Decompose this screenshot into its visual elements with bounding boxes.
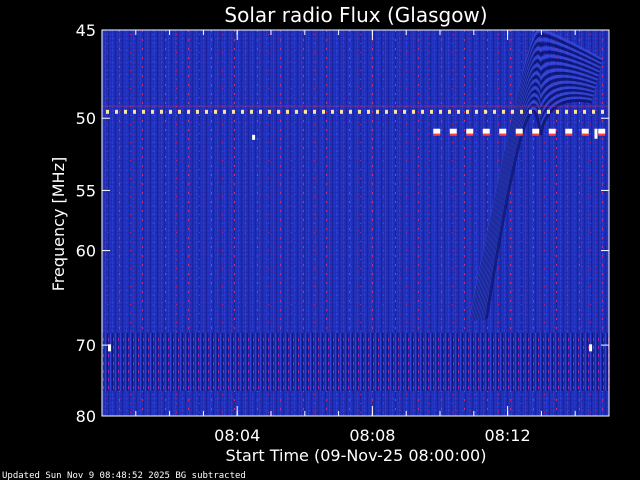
interference-dash-51mhz	[449, 128, 457, 134]
interference-dot-49mhz	[115, 109, 118, 114]
x-axis-label: Start Time (09-Nov-25 08:00:00)	[226, 446, 487, 465]
plot-area	[102, 30, 609, 416]
interference-dot-49mhz	[601, 109, 604, 114]
interference-dot-49mhz	[421, 109, 424, 114]
chart-title: Solar radio Flux (Glasgow)	[224, 3, 487, 27]
interference-dot-49mhz	[232, 109, 235, 114]
y-tick-label: 60	[76, 242, 96, 261]
interference-dot-49mhz	[403, 109, 406, 114]
y-tick-label: 80	[76, 407, 96, 426]
interference-dot-49mhz	[385, 109, 388, 114]
interference-dot-49mhz	[106, 109, 109, 114]
interference-dot-49mhz	[466, 109, 469, 114]
interference-dash-51mhz-red	[433, 133, 441, 136]
interference-dot-49mhz	[151, 109, 154, 114]
interference-dash-51mhz-red	[598, 133, 606, 136]
interference-dot-49mhz	[583, 109, 586, 114]
interference-dot-49mhz	[502, 109, 505, 114]
interference-dash-51mhz	[466, 128, 474, 134]
interference-dot-49mhz	[340, 109, 343, 114]
interference-dot-49mhz	[196, 109, 199, 114]
interference-dash-51mhz-red	[515, 133, 523, 136]
interference-dash-51mhz	[532, 128, 540, 134]
interference-dash-51mhz-red	[548, 133, 556, 136]
interference-dot-49mhz	[331, 109, 334, 114]
interference-dot-49mhz	[538, 109, 541, 114]
interference-dot-49mhz	[295, 109, 298, 114]
y-tick-label: 55	[76, 181, 96, 200]
interference-dot-49mhz	[493, 109, 496, 114]
interference-dot-49mhz	[547, 109, 550, 114]
interference-dash-51mhz	[565, 128, 573, 134]
interference-dot-49mhz	[412, 109, 415, 114]
interference-dot-49mhz	[367, 109, 370, 114]
interference-dot-49mhz	[268, 109, 271, 114]
faint-red-line	[102, 105, 609, 108]
y-tick-label: 70	[76, 336, 96, 355]
interference-dot-49mhz	[205, 109, 208, 114]
interference-dash-51mhz-red	[449, 133, 457, 136]
interference-dot-49mhz	[430, 109, 433, 114]
interference-dot-49mhz	[556, 109, 559, 114]
footer-status: Updated Sun Nov 9 08:48:52 2025 BG subtr…	[2, 471, 246, 480]
interference-dot-49mhz	[214, 109, 217, 114]
interference-dot-49mhz	[475, 109, 478, 114]
interference-dash-51mhz-red	[581, 133, 589, 136]
interference-dash-51mhz	[482, 128, 490, 134]
y-tick-label: 45	[76, 21, 96, 40]
x-tick-label: 08:08	[349, 426, 395, 445]
interference-dot-49mhz	[286, 109, 289, 114]
interference-dot-49mhz	[313, 109, 316, 114]
interference-dot-49mhz	[376, 109, 379, 114]
interference-dash-51mhz-red	[532, 133, 540, 136]
interference-dot-49mhz	[178, 109, 181, 114]
isolated-burst	[252, 134, 256, 140]
isolated-burst	[594, 128, 598, 139]
interference-dot-49mhz	[304, 109, 307, 114]
interference-dot-49mhz	[457, 109, 460, 114]
interference-dash-51mhz-red	[482, 133, 490, 136]
interference-dot-49mhz	[439, 109, 442, 114]
interference-dash-51mhz	[548, 128, 556, 134]
interference-dot-49mhz	[160, 109, 163, 114]
interference-dot-49mhz	[169, 109, 172, 114]
interference-dot-49mhz	[484, 109, 487, 114]
interference-dot-49mhz	[592, 109, 595, 114]
interference-dash-51mhz	[598, 128, 606, 134]
interference-dot-49mhz	[259, 109, 262, 114]
interference-dash-51mhz-red	[499, 133, 507, 136]
interference-dot-49mhz	[511, 109, 514, 114]
interference-dash-51mhz-red	[466, 133, 474, 136]
interference-dash-51mhz	[515, 128, 523, 134]
isolated-burst	[589, 344, 593, 352]
y-axis-label: Frequency [MHz]	[49, 157, 68, 291]
interference-dot-49mhz	[187, 109, 190, 114]
interference-dot-49mhz	[241, 109, 244, 114]
y-tick-label: 50	[76, 109, 96, 128]
interference-dot-49mhz	[277, 109, 280, 114]
interference-dot-49mhz	[520, 109, 523, 114]
interference-dot-49mhz	[574, 109, 577, 114]
interference-dot-49mhz	[223, 109, 226, 114]
interference-dot-49mhz	[250, 109, 253, 114]
interference-dash-51mhz-red	[565, 133, 573, 136]
interference-dot-49mhz	[565, 109, 568, 114]
interference-dash-51mhz	[581, 128, 589, 134]
interference-dot-49mhz	[349, 109, 352, 114]
x-tick-label: 08:12	[485, 426, 531, 445]
interference-dot-49mhz	[124, 109, 127, 114]
interference-dash-51mhz	[433, 128, 441, 134]
x-tick-label: 08:04	[214, 426, 260, 445]
interference-dash-51mhz	[499, 128, 507, 134]
interference-dot-49mhz	[448, 109, 451, 114]
interference-dot-49mhz	[529, 109, 532, 114]
spectrogram-low-frequency-band	[102, 333, 609, 391]
spectrogram-chart: Solar radio Flux (Glasgow) 455055607080 …	[2, 3, 610, 480]
interference-dot-49mhz	[394, 109, 397, 114]
interference-dot-49mhz	[358, 109, 361, 114]
interference-dot-49mhz	[322, 109, 325, 114]
interference-dot-49mhz	[133, 109, 136, 114]
interference-dot-49mhz	[142, 109, 145, 114]
